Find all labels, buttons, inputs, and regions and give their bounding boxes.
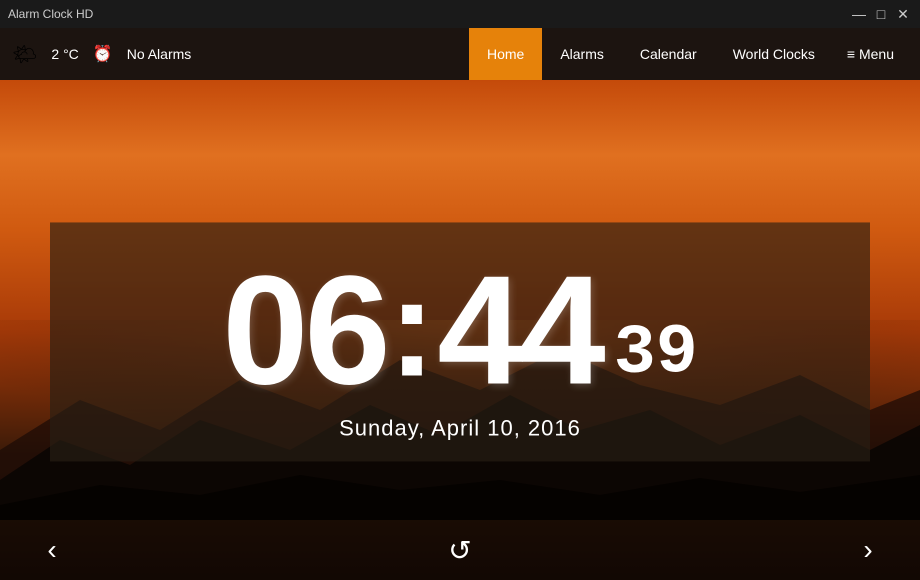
clock-display: 06 : 44 39 [222, 252, 697, 407]
weather-icon: 🌤 [12, 42, 37, 67]
window-controls: — □ ✕ [850, 5, 912, 23]
alarm-icon: ⏰ [93, 44, 113, 64]
refresh-button[interactable]: ↺ [438, 528, 482, 572]
nav-right: Home Alarms Calendar World Clocks ≡ Menu [469, 28, 908, 80]
navbar: 🌤 2 °C ⏰ No Alarms Home Alarms Calendar … [0, 28, 920, 80]
maximize-button[interactable]: □ [872, 5, 890, 23]
alarm-status: No Alarms [127, 46, 192, 62]
clock-date: Sunday, April 10, 2016 [339, 415, 581, 441]
temperature-display: 2 °C [51, 46, 78, 62]
tab-home[interactable]: Home [469, 28, 542, 80]
nav-left: 🌤 2 °C ⏰ No Alarms [12, 42, 469, 67]
app-title: Alarm Clock HD [8, 7, 93, 21]
main-content: 06 : 44 39 Sunday, April 10, 2016 ‹ ↺ › [0, 80, 920, 580]
close-button[interactable]: ✕ [894, 5, 912, 23]
clock-hours: 06 [222, 252, 386, 407]
next-button[interactable]: › [846, 528, 890, 572]
tab-calendar[interactable]: Calendar [622, 28, 715, 80]
minimize-button[interactable]: — [850, 5, 868, 23]
clock-colon: : [387, 257, 438, 397]
clock-seconds: 39 [614, 319, 698, 389]
tab-alarms[interactable]: Alarms [542, 28, 622, 80]
clock-overlay: 06 : 44 39 Sunday, April 10, 2016 [50, 222, 870, 461]
prev-button[interactable]: ‹ [30, 528, 74, 572]
bottom-controls: ‹ ↺ › [0, 520, 920, 580]
clock-minutes: 44 [437, 252, 601, 407]
title-bar: Alarm Clock HD — □ ✕ [0, 0, 920, 28]
tab-world-clocks[interactable]: World Clocks [715, 28, 833, 80]
menu-button[interactable]: ≡ Menu [833, 28, 908, 80]
